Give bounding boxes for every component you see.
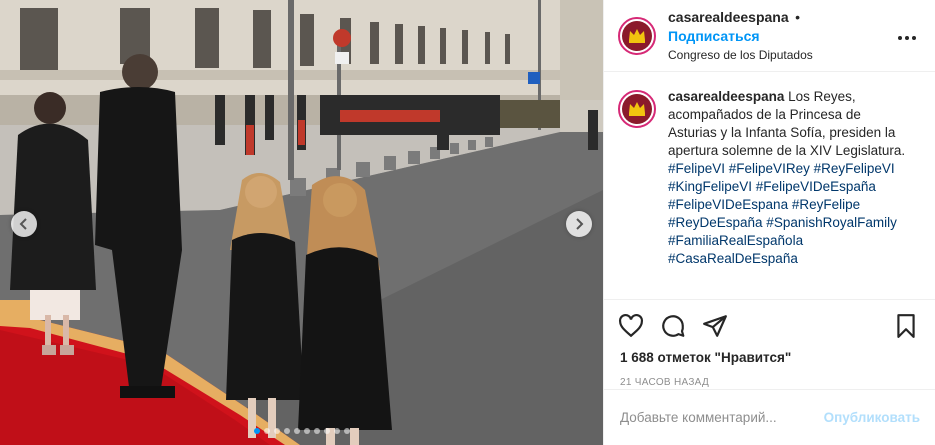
comment-form: Опубликовать	[604, 389, 935, 445]
caption-avatar[interactable]	[618, 90, 656, 128]
hashtag-line[interactable]: #FelipeVI #FelipeVIRey #ReyFelipeVI	[668, 160, 906, 178]
crown-icon	[629, 102, 645, 116]
hashtag-line[interactable]: #CasaRealDeEspaña	[668, 250, 906, 268]
comment-input[interactable]	[620, 410, 824, 425]
chevron-right-icon	[576, 218, 584, 230]
bookmark-icon[interactable]	[893, 313, 919, 339]
likes-count[interactable]: 1 688 отметок "Нравится"	[604, 344, 935, 365]
hashtag-line[interactable]: #KingFelipeVI #FelipeVIDeEspaña	[668, 178, 906, 196]
hashtag-list: #FelipeVI #FelipeVIRey #ReyFelipeVI #Kin…	[668, 160, 906, 268]
carousel-prev-button[interactable]	[11, 211, 37, 237]
header-separator: •	[795, 8, 800, 25]
caption-username[interactable]: casarealdeespana	[668, 89, 784, 104]
carousel-indicator	[0, 428, 603, 434]
comment-icon[interactable]	[660, 313, 686, 339]
chevron-left-icon	[19, 218, 27, 230]
heart-icon[interactable]	[618, 313, 644, 339]
caption-text: casarealdeespana Los Reyes, acompañados …	[668, 88, 906, 299]
carousel-dot	[303, 428, 310, 434]
share-icon[interactable]	[702, 313, 728, 339]
follow-button[interactable]: Подписаться	[668, 28, 760, 44]
post-image	[0, 0, 603, 445]
carousel-dot	[323, 428, 330, 434]
carousel-dot	[333, 428, 340, 434]
carousel-dot	[263, 428, 270, 434]
carousel-dot	[293, 428, 300, 434]
crown-icon	[629, 28, 645, 43]
carousel-next-button[interactable]	[566, 211, 592, 237]
carousel-dot	[313, 428, 320, 434]
more-options-button[interactable]	[895, 25, 919, 46]
post-location[interactable]: Congreso de los Diputados	[668, 46, 895, 64]
carousel-dot	[283, 428, 290, 434]
more-horizontal-icon	[898, 36, 916, 40]
hashtag-line[interactable]: #FamiliaRealEspañola	[668, 232, 906, 250]
post-timestamp[interactable]: 21 часов назад	[604, 365, 935, 388]
hashtag-line[interactable]: #ReyDeEspaña #SpanishRoyalFamily	[668, 214, 906, 232]
carousel-dot	[253, 428, 260, 434]
publish-button[interactable]: Опубликовать	[824, 410, 920, 425]
post-photo[interactable]	[0, 0, 603, 445]
post-sidebar: casarealdeespana • Подписаться Congreso …	[603, 0, 935, 445]
hashtag-line[interactable]: #FelipeVIDeEspana #ReyFelipe	[668, 196, 906, 214]
post-header: casarealdeespana • Подписаться Congreso …	[604, 0, 935, 72]
caption-section: casarealdeespana Los Reyes, acompañados …	[604, 72, 935, 300]
carousel-dot	[273, 428, 280, 434]
carousel-dot	[343, 428, 350, 434]
header-username[interactable]: casarealdeespana	[668, 9, 789, 25]
avatar[interactable]	[618, 16, 656, 55]
action-bar	[604, 300, 935, 344]
